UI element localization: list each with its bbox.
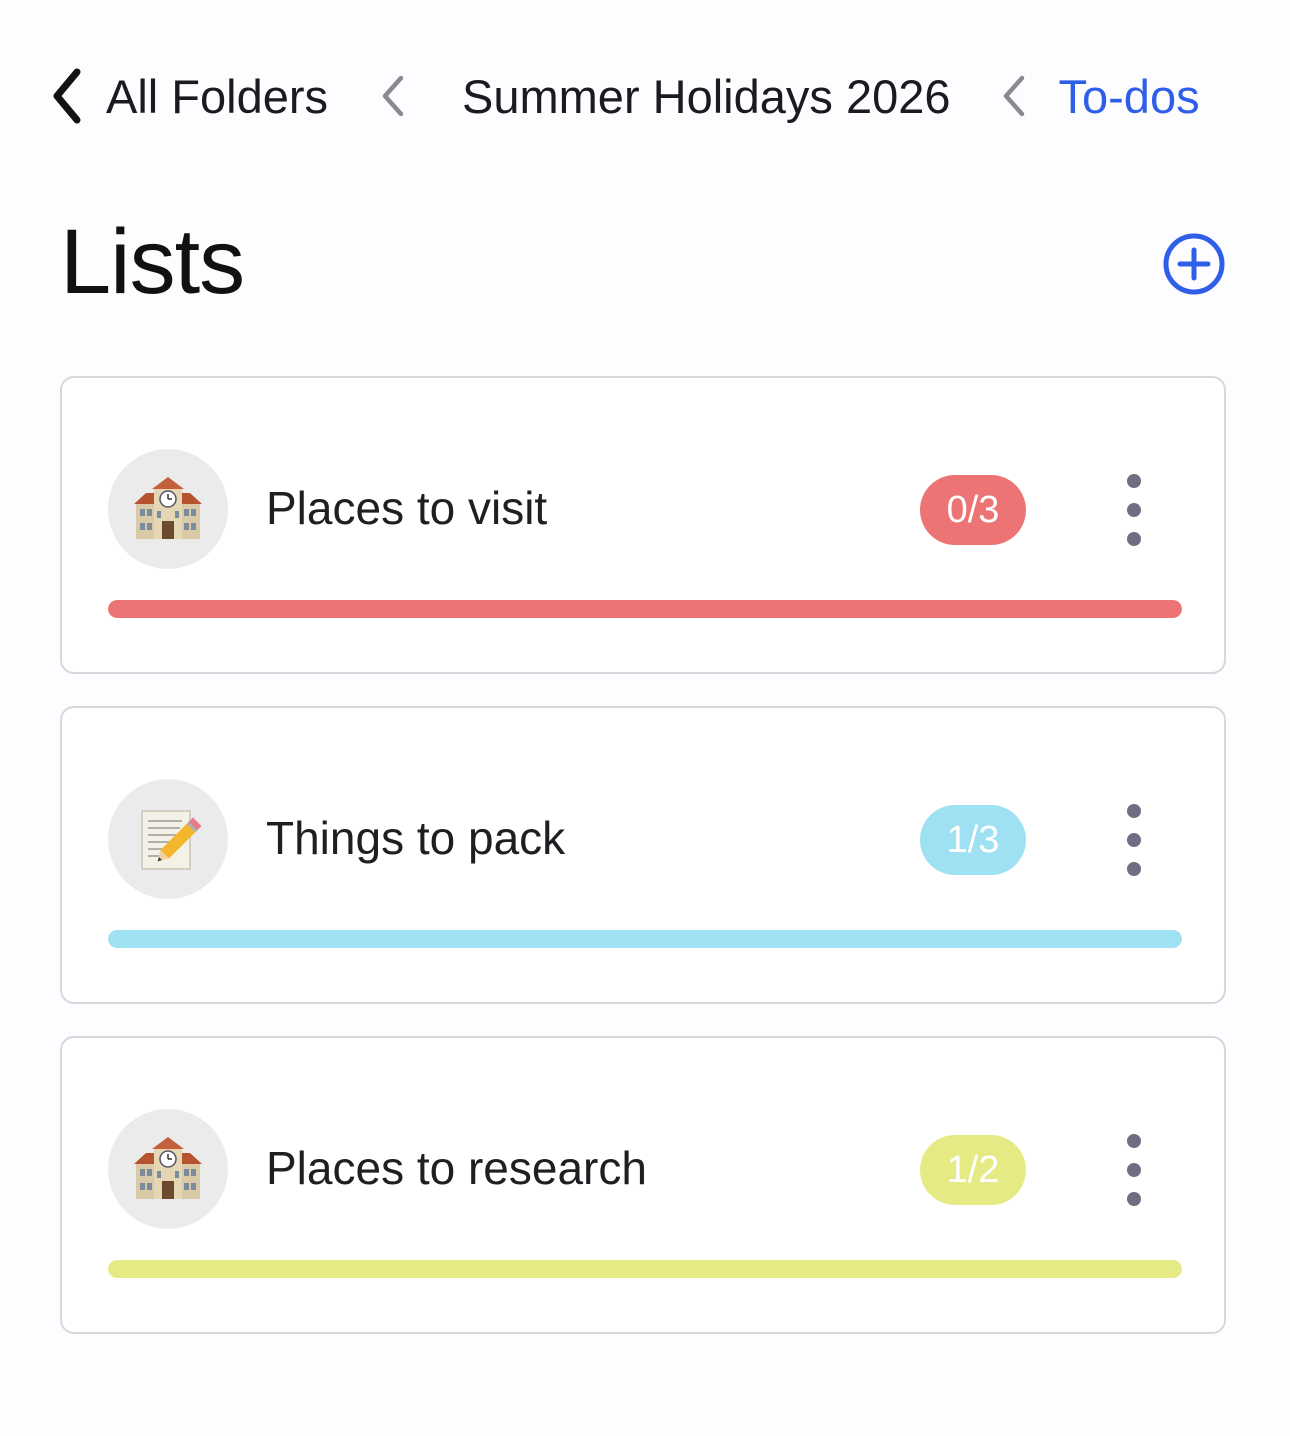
school-building-icon [134,477,202,539]
list-title: Things to pack [266,812,566,864]
memo-pencil-icon [141,810,202,870]
breadcrumb-separator [378,72,408,120]
progress-badge: 1/2 [920,1135,1026,1205]
breadcrumb-folder-label: Summer Holidays 2026 [462,69,951,123]
more-options-button[interactable] [1114,804,1154,876]
list-avatar [108,449,228,569]
progress-bar-fill [108,1260,1182,1278]
breadcrumb-current-label: To-dos [1058,69,1200,123]
breadcrumb-separator [999,72,1029,120]
list-card[interactable]: Things to pack 1/3 [60,706,1226,1004]
list-avatar [108,779,228,899]
list-card[interactable]: Places to visit 0/3 [60,376,1226,674]
list-card[interactable]: Places to research 1/2 [60,1036,1226,1334]
add-list-button[interactable] [1162,232,1226,296]
progress-bar [108,930,1182,948]
list-avatar [108,1109,228,1229]
breadcrumb-folder[interactable]: Summer Holidays 2026 [462,69,951,124]
more-vertical-icon [1127,804,1141,818]
more-options-button[interactable] [1114,474,1154,546]
school-building-icon [134,1137,202,1199]
progress-bar [108,600,1182,618]
plus-circle-icon [1163,233,1225,295]
breadcrumb-current[interactable]: To-dos [1059,69,1200,124]
chevron-left-icon [48,66,84,126]
page-title: Lists [60,211,245,313]
progress-bar-fill [108,600,1182,618]
breadcrumb: All Folders Summer Holidays 2026 To-dos [48,58,1200,134]
progress-bar-fill [108,930,1182,948]
more-options-button[interactable] [1114,1134,1154,1206]
progress-bar [108,1260,1182,1278]
more-vertical-icon [1127,474,1141,488]
breadcrumb-all-folders: All Folders [106,69,329,123]
chevron-left-icon [378,72,408,120]
list-title: Places to visit [266,482,548,534]
list-title: Places to research [266,1142,647,1194]
chevron-left-icon [999,72,1029,120]
more-vertical-icon [1127,1134,1141,1148]
back-to-all-folders[interactable]: All Folders [48,66,328,126]
progress-badge: 0/3 [920,475,1026,545]
progress-badge: 1/3 [920,805,1026,875]
